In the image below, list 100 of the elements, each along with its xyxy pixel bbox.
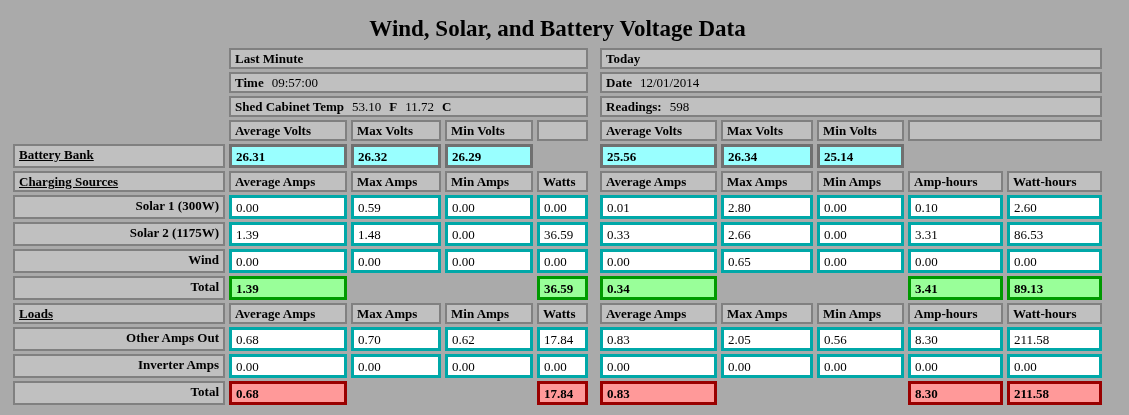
table-cell: 0.00 [445, 222, 533, 246]
section-link[interactable]: Loads [19, 306, 53, 321]
column-header: Min Amps [817, 303, 904, 324]
table-cell: 0.33 [600, 222, 717, 246]
column-header: Min Volts [817, 120, 904, 141]
table-cell: 0.65 [721, 249, 813, 273]
info-value: 598 [669, 99, 690, 114]
column-header: Average Amps [229, 303, 347, 324]
table-cell: 36.59 [537, 222, 588, 246]
info-label: Last Minute [235, 51, 304, 66]
table-cell: 0.68 [229, 327, 347, 351]
row-label: Inverter Amps [13, 354, 225, 378]
table-cell: 0.00 [908, 249, 1003, 273]
row-label: Solar 1 (300W) [13, 195, 225, 219]
table-cell: 0.00 [537, 195, 588, 219]
column-header: Max Amps [721, 171, 813, 192]
table-cell: 0.00 [817, 249, 904, 273]
table-cell: 0.00 [229, 354, 347, 378]
table-cell: 2.66 [721, 222, 813, 246]
table-cell: 0.00 [351, 354, 441, 378]
column-header: Watt-hours [1007, 303, 1102, 324]
table-cell: 0.00 [537, 354, 588, 378]
table-cell: 0.00 [600, 354, 717, 378]
column-header: Min Amps [445, 303, 533, 324]
table-cell: 0.01 [600, 195, 717, 219]
row-label: Other Amps Out [13, 327, 225, 351]
total-cell: 36.59 [537, 276, 588, 300]
column-header: Max Amps [351, 303, 441, 324]
column-header: Amp-hours [908, 171, 1003, 192]
table-cell: 0.10 [908, 195, 1003, 219]
table-cell: 0.00 [721, 354, 813, 378]
table-cell: 1.48 [351, 222, 441, 246]
column-header: Max Volts [351, 120, 441, 141]
table-cell: 0.00 [351, 249, 441, 273]
table-cell: 2.80 [721, 195, 813, 219]
table-cell: 0.59 [351, 195, 441, 219]
table-cell: 0.00 [537, 249, 588, 273]
row-label: Total [13, 381, 225, 405]
column-header: Average Amps [229, 171, 347, 192]
total-cell: 17.84 [537, 381, 588, 405]
table-cell: 0.00 [1007, 354, 1102, 378]
info-value: 09:57:00 [271, 75, 318, 90]
table-cell: 3.31 [908, 222, 1003, 246]
table-cell: 0.00 [817, 222, 904, 246]
table-cell: 0.62 [445, 327, 533, 351]
column-header: Watt-hours [1007, 171, 1102, 192]
column-header: Amp-hours [908, 303, 1003, 324]
column-header: Average Volts [600, 120, 717, 141]
total-cell: 211.58 [1007, 381, 1102, 405]
empty-header [537, 120, 588, 141]
column-header: Average Volts [229, 120, 347, 141]
table-cell: 0.83 [600, 327, 717, 351]
table-cell: 211.58 [1007, 327, 1102, 351]
total-cell: 3.41 [908, 276, 1003, 300]
section-link[interactable]: Battery Bank [19, 147, 94, 162]
table-cell: 0.00 [229, 195, 347, 219]
volts-cell: 25.14 [817, 144, 904, 168]
info-label: Shed Cabinet Temp [235, 99, 345, 114]
info-label: Date [606, 75, 632, 90]
table-cell: 0.00 [445, 195, 533, 219]
info-label: C [442, 99, 452, 114]
row-label: Wind [13, 249, 225, 273]
volts-cell: 26.29 [445, 144, 533, 168]
table-cell: 0.00 [817, 354, 904, 378]
row-label: Total [13, 276, 225, 300]
info-label: Today [606, 51, 641, 66]
table-cell: 0.00 [1007, 249, 1102, 273]
info-value: 11.72 [405, 99, 435, 114]
volts-cell: 26.31 [229, 144, 347, 168]
column-header: Min Volts [445, 120, 533, 141]
info-value: 53.10 [352, 99, 382, 114]
column-header: Max Amps [351, 171, 441, 192]
section-link[interactable]: Charging Sources [19, 174, 119, 189]
column-header: Max Amps [721, 303, 813, 324]
column-header: Min Amps [817, 171, 904, 192]
total-cell: 0.34 [600, 276, 717, 300]
table-cell: 1.39 [229, 222, 347, 246]
table-cell: 0.56 [817, 327, 904, 351]
column-header: Watts [537, 303, 588, 324]
column-header: Min Amps [445, 171, 533, 192]
info-value: 12/01/2014 [640, 75, 700, 90]
total-cell: 1.39 [229, 276, 347, 300]
table-cell: 0.00 [600, 249, 717, 273]
column-header: Watts [537, 171, 588, 192]
table-cell: 2.05 [721, 327, 813, 351]
table-cell: 0.00 [908, 354, 1003, 378]
row-label: Solar 2 (1175W) [13, 222, 225, 246]
volts-cell: 26.32 [351, 144, 441, 168]
table-cell: 0.00 [445, 249, 533, 273]
info-label: F [389, 99, 398, 114]
info-label: Time [235, 75, 264, 90]
table-cell: 2.60 [1007, 195, 1102, 219]
column-header: Max Volts [721, 120, 813, 141]
info-label: Readings: [606, 99, 662, 114]
column-header: Average Amps [600, 171, 717, 192]
column-header: Average Amps [600, 303, 717, 324]
table-cell: 0.70 [351, 327, 441, 351]
table-cell: 8.30 [908, 327, 1003, 351]
table-cell: 86.53 [1007, 222, 1102, 246]
volts-cell: 26.34 [721, 144, 813, 168]
